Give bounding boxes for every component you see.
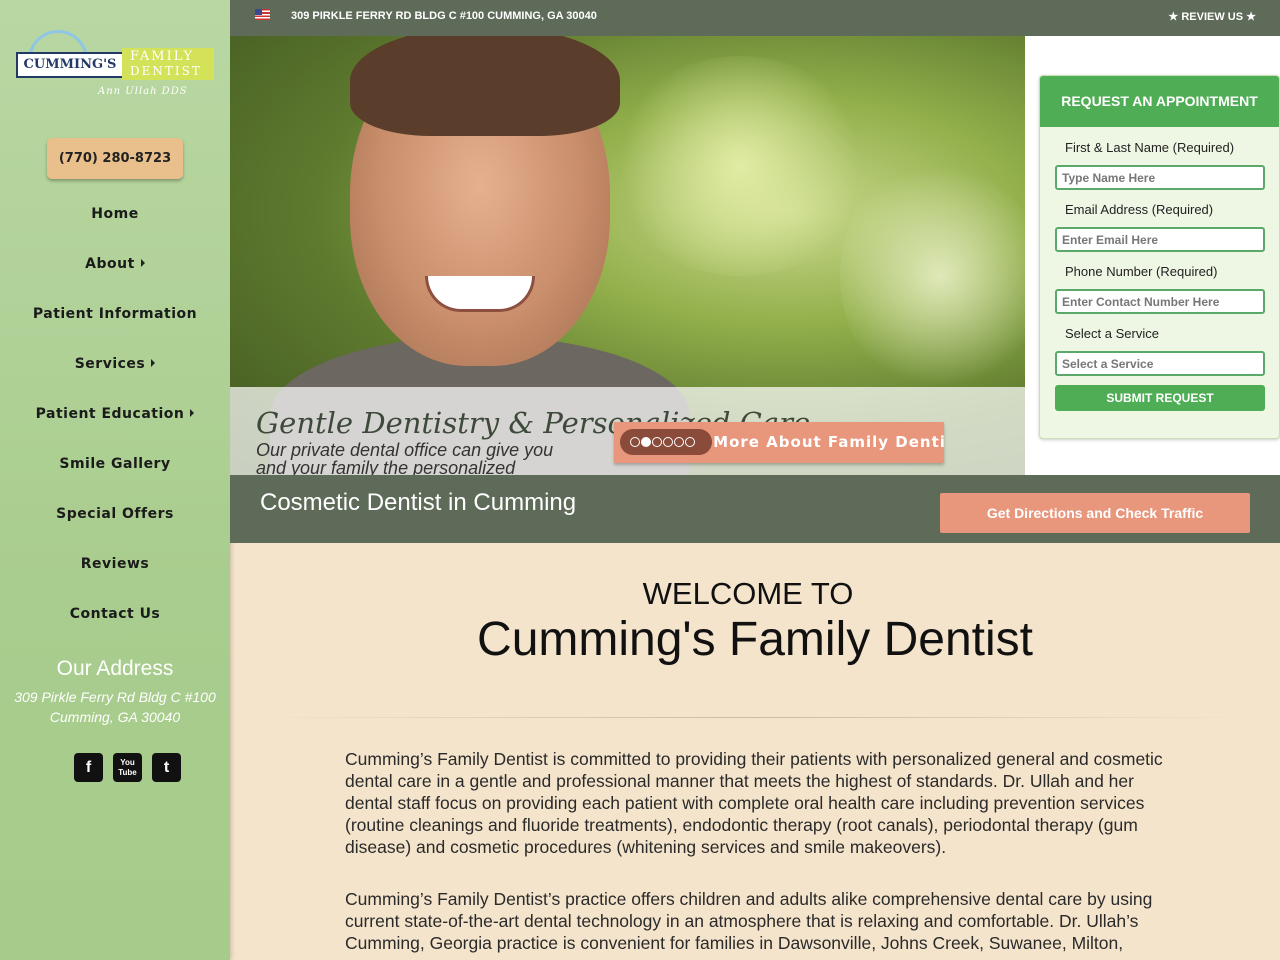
nav-label: Patient Information (32, 306, 198, 322)
facebook-icon[interactable]: f (74, 753, 103, 782)
title-strip: Cosmetic Dentist in Cumming Get Directio… (230, 475, 1280, 543)
hero-subtitle: Our private dental office can give you a… (256, 441, 554, 475)
nav-label: Special Offers (56, 506, 174, 522)
top-address[interactable]: 309 PIRKLE FERRY RD BLDG C #100 CUMMING,… (291, 10, 597, 22)
hero-background-light (840, 156, 1025, 396)
address-title: Our Address (56, 657, 174, 680)
youtube-icon[interactable]: You Tube (113, 753, 142, 782)
welcome-heading: Cumming's Family Dentist (477, 613, 1033, 666)
slider-dot[interactable] (652, 437, 662, 447)
caret-right-icon (151, 359, 156, 367)
hero-photo-hair (350, 36, 620, 136)
intro-paragraph-2: Cumming’s Family Dentist’s practice offe… (345, 889, 1153, 953)
phone-label: Phone Number (Required) (1065, 264, 1218, 279)
name-label: First & Last Name (Required) (1065, 140, 1235, 155)
section-divider (255, 717, 1255, 718)
logo-word-family: FAMILY (130, 49, 195, 64)
page-title: Cosmetic Dentist in Cumming (260, 489, 577, 516)
slider-dot[interactable] (685, 437, 695, 447)
nav-label: About (85, 256, 135, 272)
appointment-form: REQUEST AN APPOINTMENT First & Last Name… (1039, 75, 1280, 439)
slider-dot[interactable] (630, 437, 640, 447)
twitter-icon[interactable]: t (152, 753, 181, 782)
nav-item-smile-gallery[interactable]: Smile Gallery (0, 439, 230, 489)
us-flag-icon[interactable] (255, 9, 270, 20)
nav-item-special-offers[interactable]: Special Offers (0, 489, 230, 539)
nav-label: Home (91, 206, 139, 222)
caret-right-icon (190, 409, 195, 417)
phone-input[interactable] (1055, 289, 1265, 314)
nav-label: Patient Education (35, 406, 185, 422)
slider-dots (620, 429, 712, 455)
nav-item-home[interactable]: Home (0, 189, 230, 239)
email-input[interactable] (1055, 227, 1265, 252)
slider-dot-active[interactable] (641, 437, 651, 447)
nav-label: Contact Us (69, 606, 161, 622)
hero-slider: Gentle Dentistry & Personalized Care Our… (230, 36, 1025, 475)
hero-background-light (610, 56, 870, 276)
logo-signature: Ann Ullah DDS (98, 86, 188, 97)
submit-request-button[interactable]: SUBMIT REQUEST (1055, 385, 1265, 411)
nav-label: Services (74, 356, 146, 372)
top-bar: 309 PIRKLE FERRY RD BLDG C #100 CUMMING,… (230, 0, 1280, 36)
sidebar-nav: Home About Patient Information Services … (0, 189, 230, 639)
nav-item-services[interactable]: Services (0, 339, 230, 389)
intro-paragraph-1: Cumming’s Family Dentist is committed to… (345, 749, 1163, 857)
nav-item-about[interactable]: About (0, 239, 230, 289)
address-line-1: 309 Pirkle Ferry Rd Bldg C #100 (14, 689, 216, 705)
review-us-link[interactable]: ★ REVIEW US ★ (1168, 10, 1256, 23)
email-label: Email Address (Required) (1065, 202, 1214, 217)
nav-item-contact-us[interactable]: Contact Us (0, 589, 230, 639)
name-input[interactable] (1055, 165, 1265, 190)
nav-item-patient-information[interactable]: Patient Information (0, 289, 230, 339)
service-select[interactable] (1055, 351, 1265, 376)
logo-name-box: CUMMING'S (16, 52, 124, 78)
nav-label: Smile Gallery (59, 456, 171, 472)
nav-item-reviews[interactable]: Reviews (0, 539, 230, 589)
logo-word-dentist: DENTIST (130, 64, 202, 78)
nav-label: Reviews (80, 556, 150, 572)
slider-dot[interactable] (663, 437, 673, 447)
sidebar: CUMMING'S FAMILY DENTIST Ann Ullah DDS (… (0, 0, 230, 960)
caret-right-icon (140, 259, 145, 267)
nav-item-patient-education[interactable]: Patient Education (0, 389, 230, 439)
directions-button[interactable]: Get Directions and Check Traffic (940, 493, 1250, 533)
appointment-heading: REQUEST AN APPOINTMENT (1040, 76, 1279, 127)
service-label: Select a Service (1065, 326, 1159, 341)
phone-button[interactable]: (770) 280-8723 (47, 138, 183, 179)
welcome-label: WELCOME TO (642, 576, 854, 611)
address-line-2: Cumming, GA 30040 (49, 709, 181, 725)
slider-dot[interactable] (674, 437, 684, 447)
site-logo[interactable]: CUMMING'S FAMILY DENTIST Ann Ullah DDS (14, 30, 216, 102)
